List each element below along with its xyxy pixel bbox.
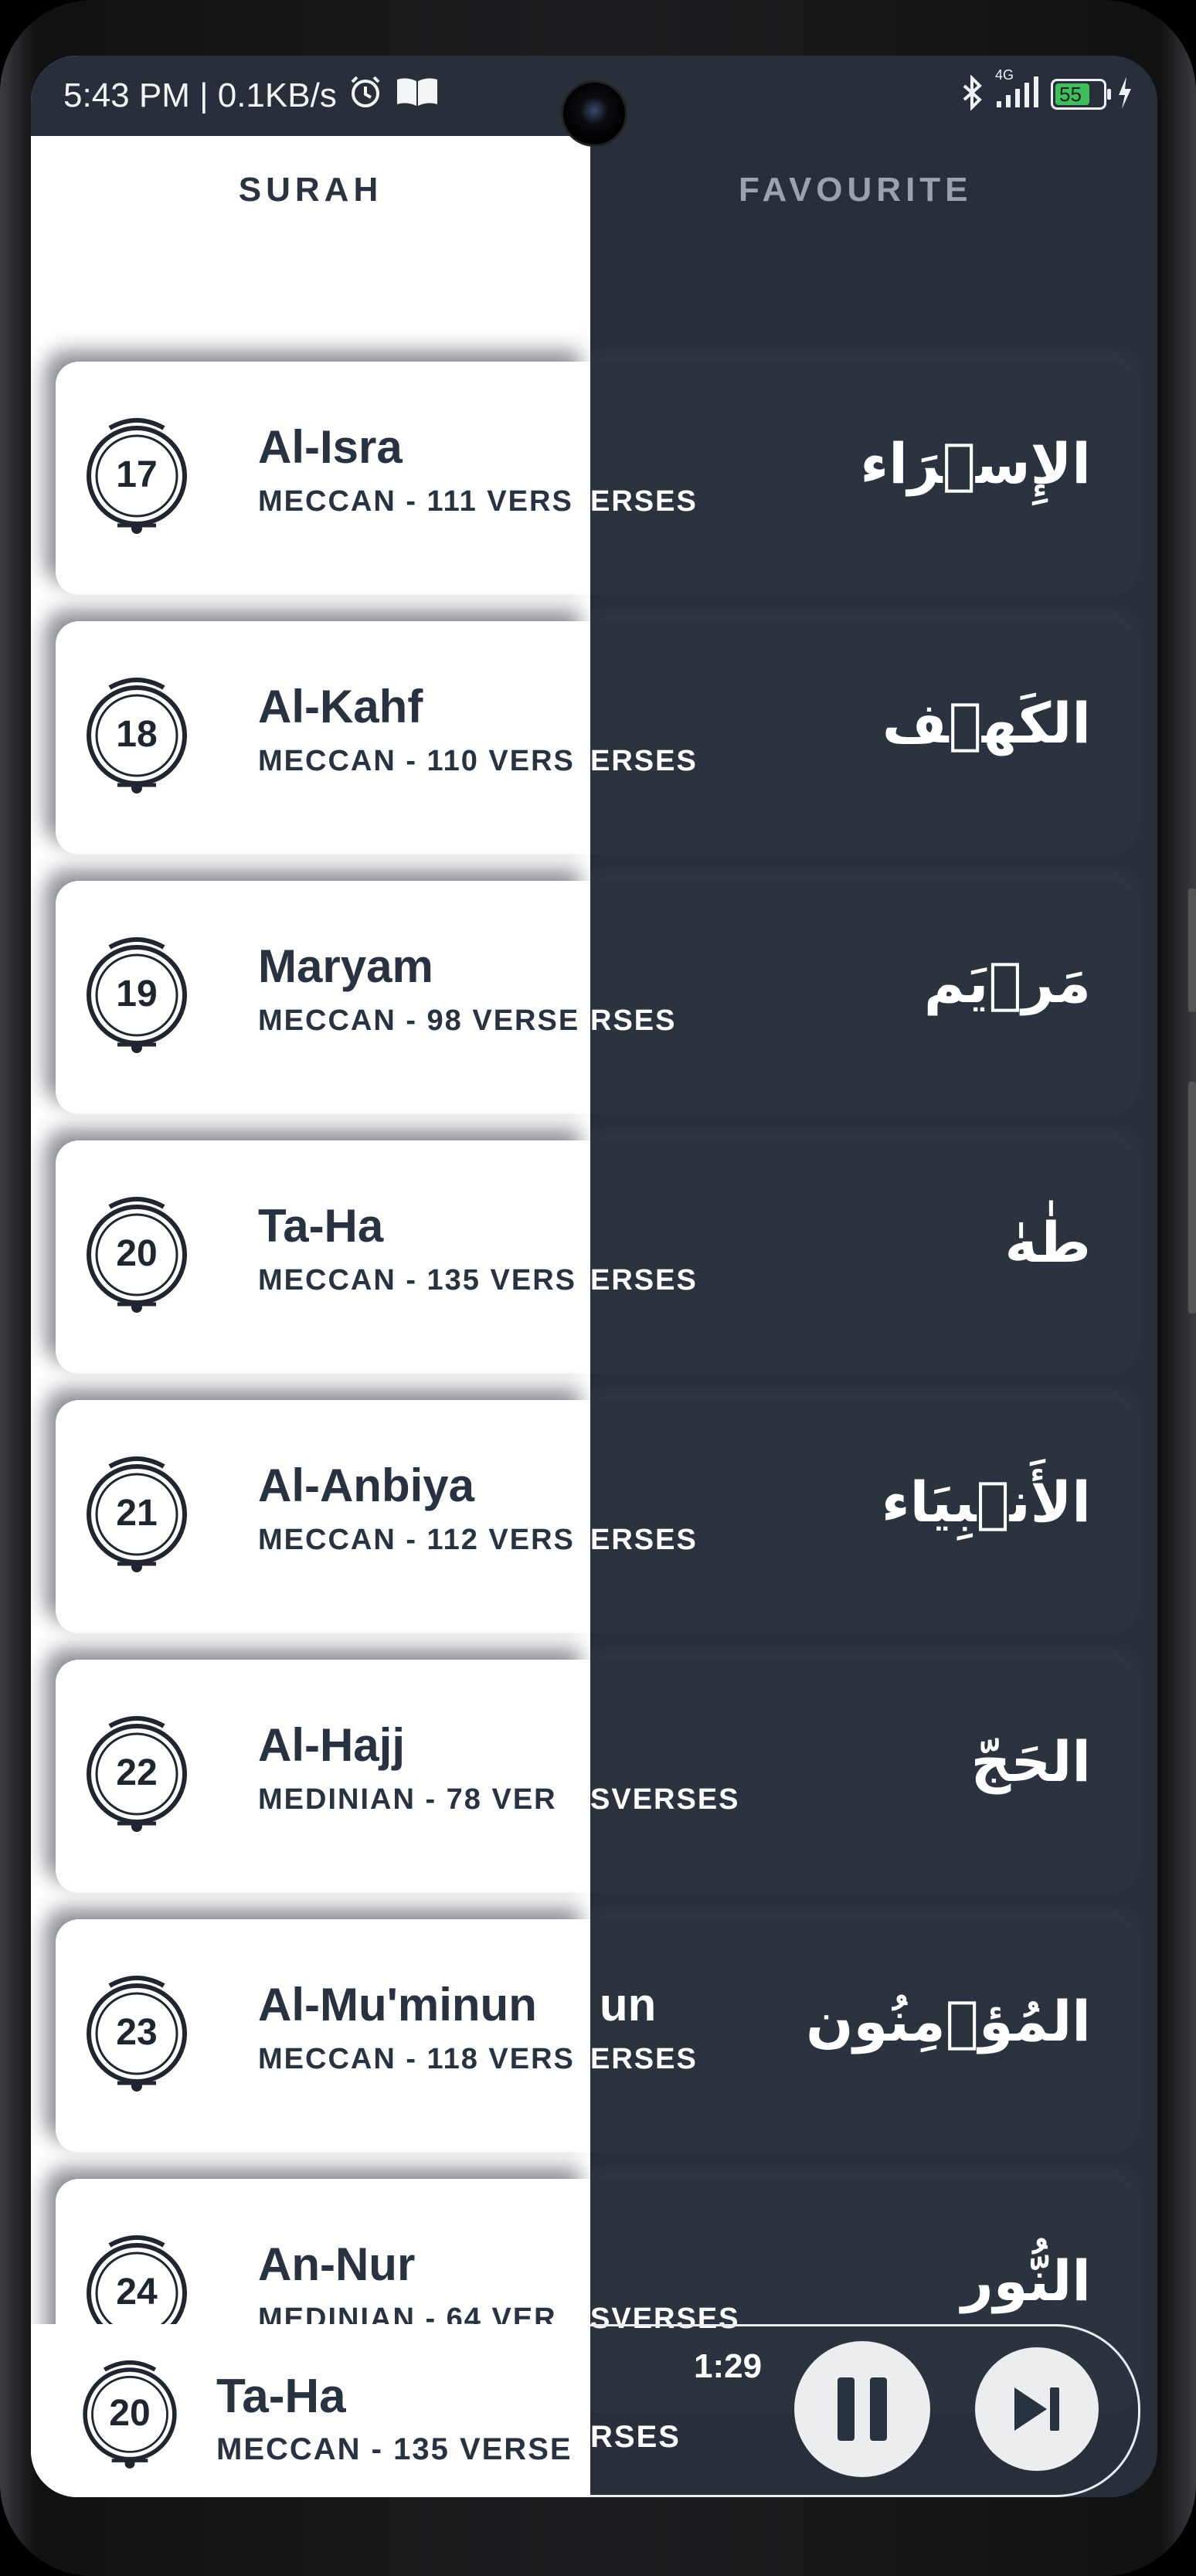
surah-meta: MECCAN - 118 VERS [258,2043,575,2075]
player-time: 1:29 [694,2347,763,2385]
battery-icon: 55 [1051,79,1111,110]
surah-arabic-name: طٰهٰ [1004,1210,1091,1275]
mini-player[interactable]: 20 Ta-Ha MECCAN - 135 VERSE RSES 1:29 [31,2324,1157,2497]
surah-arabic-name: الكَهۡف [882,691,1091,756]
surah-arabic-name: النُّور [961,2248,1091,2313]
surah-name: An-Nur [258,2238,416,2290]
surah-name: Ta-Ha [258,1200,384,1252]
surah-number-badge: 21 [79,1443,195,1582]
surah-arabic-name: الأَنۡبِيَاء [881,1470,1091,1534]
phone-frame: 5:43 PM | 0.1KB/s 4G 55 SURAH FAVOURITE … [0,0,1196,2576]
surah-number-badge: 19 [79,924,195,1063]
surah-row[interactable]: 17 Al-Isra MECCAN - 111 VERS ERSES الإِس… [56,362,1136,595]
surah-name-right: un [600,1979,657,2031]
surah-meta-right: ERSES [590,2043,698,2075]
next-button[interactable] [975,2347,1099,2471]
surah-number: 17 [116,454,158,495]
power-button [1188,1082,1196,1313]
surah-number: 21 [116,1492,158,1534]
surah-meta-right: ERSES [590,1264,698,1296]
tab-bar: SURAH FAVOURITE [31,136,1157,244]
surah-meta: MECCAN - 111 VERS [258,485,573,518]
surah-row[interactable]: 18 Al-Kahf MECCAN - 110 VERS ERSES الكَه… [56,621,1136,855]
pause-icon [838,2377,887,2441]
player-title: Ta-Ha [216,2370,346,2423]
surah-number: 23 [116,2011,158,2053]
surah-meta: MECCAN - 135 VERS [258,1264,576,1296]
surah-meta: MECCAN - 112 VERS [258,1524,575,1556]
surah-number-badge: 18 [79,664,195,804]
surah-row[interactable]: 23 Al-Mu'minun un MECCAN - 118 VERS ERSE… [56,1919,1136,2153]
status-bar: 5:43 PM | 0.1KB/s 4G 55 [31,56,1157,147]
tab-favourite[interactable]: FAVOURITE [590,136,1157,244]
surah-meta: MECCAN - 98 VERSE [258,1004,580,1037]
surah-number: 22 [116,1752,158,1793]
surah-number: 19 [116,973,158,1014]
status-time: 5:43 PM | 0.1KB/s [63,76,337,114]
screen: 5:43 PM | 0.1KB/s 4G 55 SURAH FAVOURITE … [31,56,1157,2497]
surah-number: 18 [116,713,158,755]
alarm-icon [348,74,383,118]
skip-next-icon [1014,2387,1059,2431]
surah-arabic-name: المُؤۡمِنُون [806,1989,1091,2054]
player-number: 20 [109,2392,151,2434]
surah-name: Al-Hajj [258,1719,406,1771]
surah-arabic-name: الحَجّ [970,1729,1092,1794]
charging-icon [1116,75,1134,114]
pause-button[interactable] [794,2341,930,2477]
surah-meta-right: ERSES [590,745,698,777]
player-number-badge: 20 [76,2347,184,2479]
surah-number-badge: 17 [79,405,195,544]
book-icon [394,75,440,117]
surah-meta-right: ERSES [590,485,698,518]
surah-name: Maryam [258,940,433,992]
surah-row[interactable]: 22 Al-Hajj MEDINIAN - 78 VER SVERSES الح… [56,1660,1136,1893]
surah-row[interactable]: 21 Al-Anbiya MECCAN - 112 VERS ERSES الأ… [56,1400,1136,1633]
volume-button [1188,889,1196,1012]
signal-icon: 4G [994,67,1041,114]
surah-number-badge: 20 [79,1184,195,1323]
tab-surah[interactable]: SURAH [31,136,590,244]
surah-meta: MEDINIAN - 78 VER [258,1783,557,1816]
surah-row[interactable]: 20 Ta-Ha MECCAN - 135 VERS ERSES طٰهٰ [56,1140,1136,1374]
surah-meta-right: ERSES [590,1524,698,1556]
player-meta-right: RSES [590,2420,681,2454]
surah-arabic-name: مَرۡيَم [923,950,1091,1015]
surah-name: Al-Anbiya [258,1460,475,1511]
surah-row[interactable]: 19 Maryam MECCAN - 98 VERSE RSES مَرۡيَم [56,881,1136,1114]
surah-meta-right: SVERSES [590,1783,740,1816]
surah-arabic-name: الإِسۡرَاء [860,431,1091,496]
surah-name: Al-Isra [258,421,403,473]
surah-meta-right: RSES [590,1004,677,1037]
surah-number: 20 [116,1232,158,1274]
surah-number-badge: 22 [79,1703,195,1842]
bluetooth-icon [961,74,984,114]
player-meta: MECCAN - 135 VERSE [216,2432,573,2466]
surah-meta: MECCAN - 110 VERS [258,745,575,777]
surah-number-badge: 23 [79,1963,195,2102]
surah-name: Al-Kahf [258,681,423,732]
surah-name: Al-Mu'minun [258,1979,537,2031]
